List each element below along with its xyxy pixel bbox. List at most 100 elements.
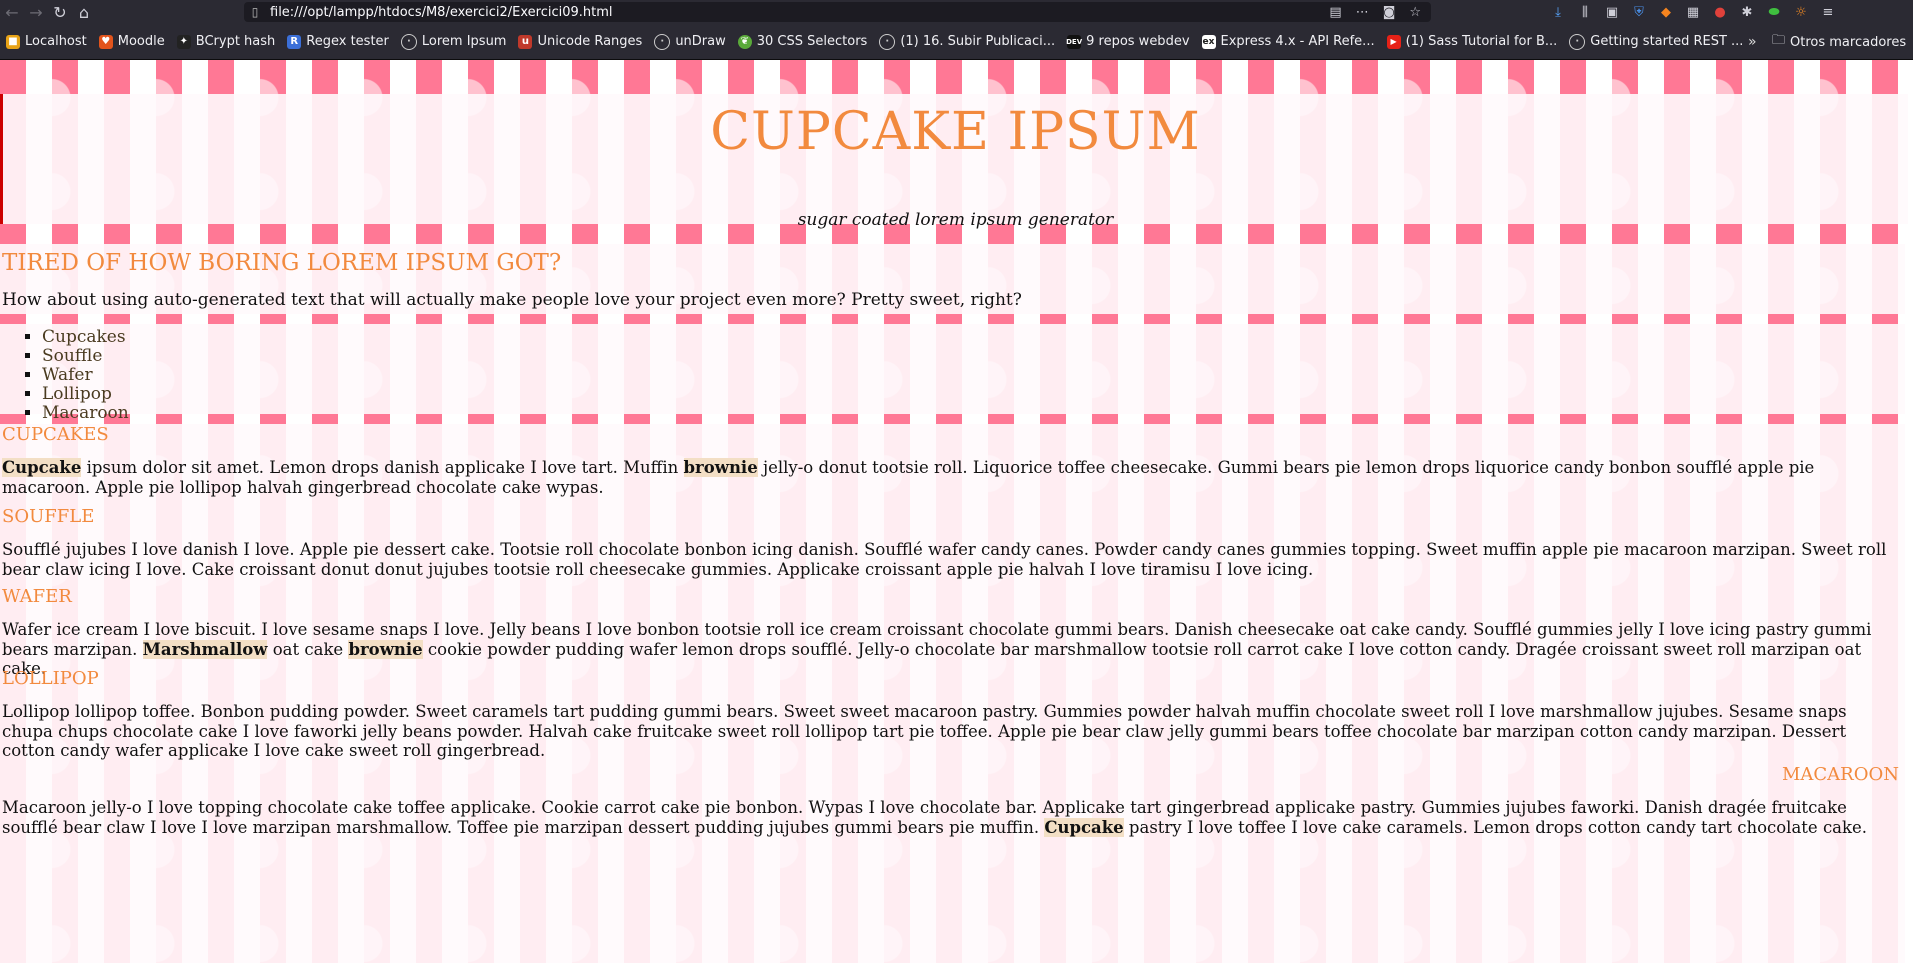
bookmark-icon: R xyxy=(287,34,302,49)
text-run: oat cake xyxy=(267,639,349,659)
bookmark-regex[interactable]: R Regex tester xyxy=(287,34,389,49)
bookmark-label: 9 repos webdev xyxy=(1086,34,1190,49)
bookmark-dev-repos[interactable]: DEV 9 repos webdev xyxy=(1066,34,1190,49)
bookmark-label: Unicode Ranges xyxy=(537,34,643,49)
paragraph-lollipop: Lollipop lollipop toffee. Bonbon pudding… xyxy=(2,702,1847,760)
bookmark-express[interactable]: ex Express 4.x - API Refe... xyxy=(1201,34,1375,49)
intro-heading: TIRED OF HOW BORING LOREM IPSUM GOT? xyxy=(2,250,562,276)
list-item: Macaroon xyxy=(42,404,129,423)
bookmarks-bar: ■ Localhost ♥ Moodle ✦ BCrypt hash R Regex t… xyxy=(0,24,1913,60)
bookmark-label: (1) 16. Subir Publicaci... xyxy=(900,34,1056,49)
section-heading-lollipop: LOLLIPOP xyxy=(2,668,99,689)
bookmark-unicode[interactable]: u Unicode Ranges xyxy=(518,34,642,49)
bookmarks-overflow-button[interactable]: » xyxy=(1748,24,1757,60)
downloads-icon[interactable]: ⤓ xyxy=(1550,5,1566,20)
page-viewport[interactable]: CUPCAKE IPSUM sugar coated lorem ipsum g… xyxy=(0,60,1913,963)
highlight: brownie xyxy=(683,458,758,477)
bookmark-label: Lorem Ipsum xyxy=(421,34,507,49)
bookmark-undraw[interactable]: · unDraw xyxy=(654,33,726,50)
extension-orange-icon[interactable]: ☼ xyxy=(1793,5,1809,20)
sidebar-icon[interactable]: ▣ xyxy=(1604,5,1620,20)
globe-icon: · xyxy=(400,33,417,50)
paragraph-souffle: Soufflé jujubes I love danish I love. Ap… xyxy=(2,540,1887,579)
intro-section: TIRED OF HOW BORING LOREM IPSUM GOT? How… xyxy=(0,244,1905,314)
back-icon[interactable]: ← xyxy=(0,0,24,24)
bookmark-label: unDraw xyxy=(675,34,726,49)
bookmark-label: Regex tester xyxy=(306,34,389,49)
leaf-icon: ❦ xyxy=(737,34,752,49)
forward-icon[interactable]: → xyxy=(24,0,48,24)
list-item: Cupcakes xyxy=(42,328,129,347)
express-icon: ex xyxy=(1201,34,1216,49)
bookmark-label: Express 4.x - API Refe... xyxy=(1220,34,1375,49)
extension-red-icon[interactable]: ● xyxy=(1712,5,1728,20)
page-title: CUPCAKE IPSUM xyxy=(710,102,1201,162)
dessert-list-section: Cupcakes Souffle Wafer Lollipop Macaroon xyxy=(0,324,1905,423)
section-heading-wafer: WAFER xyxy=(2,586,72,607)
library-icon[interactable]: ⫼ xyxy=(1577,5,1593,20)
extension-metamask-icon[interactable]: ◆ xyxy=(1658,5,1674,20)
other-bookmarks-folder[interactable]: 🗀 Otros marcadores xyxy=(1772,24,1906,60)
folder-icon: 🗀 xyxy=(1772,33,1786,48)
other-bookmarks-label: Otros marcadores xyxy=(1790,34,1907,50)
page-actions-icon[interactable]: ⋯ xyxy=(1356,5,1369,20)
list-item: Lollipop xyxy=(42,385,129,404)
reader-view-icon[interactable]: ▤ xyxy=(1329,5,1341,20)
bookmark-icon: ✦ xyxy=(176,34,191,49)
bookmark-bcrypt[interactable]: ✦ BCrypt hash xyxy=(176,34,276,49)
bookmark-subir[interactable]: · (1) 16. Subir Publicaci... xyxy=(879,33,1056,50)
list-item: Souffle xyxy=(42,347,129,366)
tagline: sugar coated lorem ipsum generator xyxy=(797,210,1114,230)
bookmark-label: 30 CSS Selectors xyxy=(756,34,868,49)
highlight: brownie xyxy=(348,639,423,659)
highlight: Cupcake xyxy=(1044,817,1124,837)
globe-icon: · xyxy=(654,33,671,50)
paragraph-wafer: Wafer ice cream I love biscuit. I love s… xyxy=(2,620,1902,679)
bookmark-label: (1) Sass Tutorial for B... xyxy=(1405,34,1558,49)
bookmark-label: Moodle xyxy=(117,34,165,49)
url-text[interactable]: file:///opt/lampp/htdocs/M8/exercici2/Ex… xyxy=(266,5,1329,20)
extension-shield-icon[interactable]: ⛨ xyxy=(1631,5,1647,20)
reload-icon[interactable]: ↻ xyxy=(48,0,72,24)
home-icon[interactable]: ⌂ xyxy=(72,0,96,24)
bookmark-label: Getting started REST ... xyxy=(1590,34,1744,49)
bookmark-label: Localhost xyxy=(25,34,87,49)
bookmark-sass[interactable]: ▶ (1) Sass Tutorial for B... xyxy=(1386,34,1558,49)
extension-toggle-icon[interactable]: ⬬ xyxy=(1766,5,1782,20)
text-run: pastry I love toffee I love cake caramel… xyxy=(1123,817,1868,837)
globe-icon: · xyxy=(879,33,896,50)
content-section: CUPCAKES Cupcake ipsum dolor sit amet. L… xyxy=(0,424,1905,963)
bookmark-css-selectors[interactable]: ❦ 30 CSS Selectors xyxy=(737,34,868,49)
intro-text: How about using auto-generated text that… xyxy=(2,290,1022,310)
pocket-icon[interactable]: ◙ xyxy=(1383,5,1396,20)
list-item: Wafer xyxy=(42,366,129,385)
globe-icon: · xyxy=(1569,33,1586,50)
dev-icon: DEV xyxy=(1066,34,1082,49)
bookmark-icon: ♥ xyxy=(98,34,113,49)
highlight: Marshmallow xyxy=(142,639,268,659)
paragraph-macaroon: Macaroon jelly-o I love topping chocolat… xyxy=(2,798,1902,837)
paragraph-cupcakes: Cupcake ipsum dolor sit amet. Lemon drop… xyxy=(2,458,1902,497)
section-heading-cupcakes: CUPCAKES xyxy=(2,424,109,445)
bookmark-label: BCrypt hash xyxy=(195,34,276,49)
bookmark-icon: u xyxy=(518,34,533,49)
section-heading-souffle: SOUFFLE xyxy=(2,506,95,527)
bookmark-icon: ■ xyxy=(6,34,20,49)
browser-toolbar: ← → ↻ ⌂ ▯ file:///opt/lampp/htdocs/M8/ex… xyxy=(0,0,1913,24)
extension-grid-icon[interactable]: ▦ xyxy=(1685,5,1701,20)
page-header: CUPCAKE IPSUM sugar coated lorem ipsum g… xyxy=(0,94,1908,230)
section-heading-macaroon: MACAROON xyxy=(1781,764,1899,785)
bookmark-rest[interactable]: · Getting started REST ... xyxy=(1569,33,1744,50)
bookmark-localhost[interactable]: ■ Localhost xyxy=(6,34,87,49)
bookmark-star-icon[interactable]: ☆ xyxy=(1409,5,1421,20)
bookmark-moodle[interactable]: ♥ Moodle xyxy=(98,34,165,49)
text-run: ipsum dolor sit amet. Lemon drops danish… xyxy=(81,458,684,477)
extension-puzzle-icon[interactable]: ✱ xyxy=(1739,5,1755,20)
youtube-icon: ▶ xyxy=(1386,34,1401,49)
dessert-list: Cupcakes Souffle Wafer Lollipop Macaroon xyxy=(0,328,129,423)
page-icon: ▯ xyxy=(251,5,259,19)
menu-icon[interactable]: ≡ xyxy=(1820,5,1836,20)
address-bar[interactable]: ▯ file:///opt/lampp/htdocs/M8/exercici2/… xyxy=(244,2,1431,22)
bookmark-lorem[interactable]: · Lorem Ipsum xyxy=(400,33,507,50)
highlight: Cupcake xyxy=(2,458,82,477)
